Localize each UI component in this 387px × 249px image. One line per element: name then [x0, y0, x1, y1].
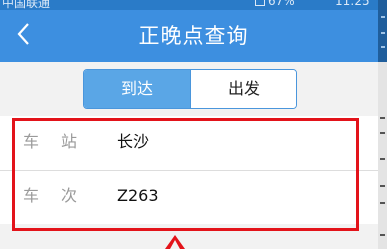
carrier-label: 中国联通: [2, 0, 51, 10]
side-edge: [378, 62, 387, 249]
annotation-highlight-box: [12, 118, 359, 231]
mode-toggle: 到达 出发: [83, 69, 297, 109]
tab-arrive[interactable]: 到达: [84, 70, 190, 108]
window-edge: [378, 0, 387, 62]
signal-icon: [255, 0, 265, 6]
annotation-arrow-icon: [165, 235, 185, 249]
battery-label: 67%: [268, 0, 295, 8]
nav-bar: 正晚点查询: [0, 10, 387, 62]
page-title: 正晚点查询: [138, 24, 249, 48]
clock: 11:25: [335, 0, 370, 8]
tab-depart[interactable]: 出发: [190, 70, 296, 108]
status-bar: 中国联通 67% 11:25: [0, 0, 387, 10]
